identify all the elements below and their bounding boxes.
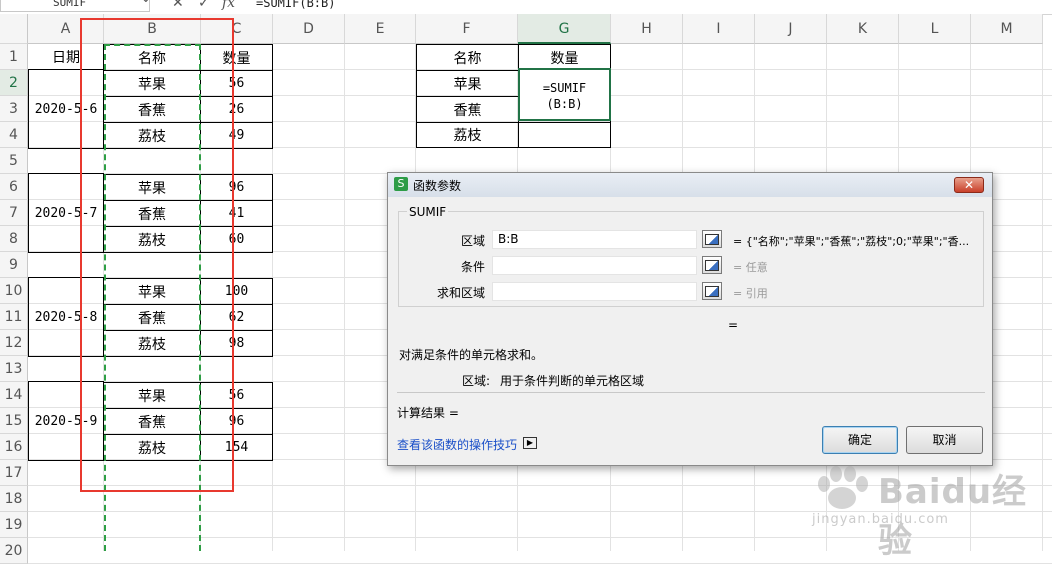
- function-name: SUMIF: [407, 205, 449, 219]
- row-header-20[interactable]: 20: [0, 538, 28, 564]
- column-header-h[interactable]: H: [611, 14, 683, 44]
- param-label: 求和区域: [436, 286, 485, 300]
- row-header-10[interactable]: 10: [0, 278, 28, 304]
- collapse-dialog-button[interactable]: [702, 256, 722, 274]
- summary-header-name[interactable]: 名称: [416, 44, 519, 71]
- param-label: 区域: [460, 234, 485, 248]
- confirm-icon[interactable]: ✓: [198, 0, 210, 11]
- dialog-title: 函数参数: [413, 179, 462, 193]
- range-select-icon: [705, 285, 719, 297]
- wps-logo-icon: S: [394, 177, 408, 191]
- video-play-icon[interactable]: ▶: [523, 437, 537, 449]
- editor-line: =SUMIF: [542, 81, 587, 95]
- formula-bar: SUMIF ⌄ ✕ ✓ fx =SUMIF(B:B): [0, 0, 1052, 15]
- active-cell-editor[interactable]: =SUMIF (B:B): [518, 68, 611, 121]
- param-result: = 引用: [733, 287, 768, 300]
- formula-input[interactable]: =SUMIF(B:B): [256, 0, 335, 10]
- function-description: 对满足条件的单元格求和。: [399, 348, 544, 362]
- row-header-19[interactable]: 19: [0, 512, 28, 538]
- cancel-icon[interactable]: ✕: [172, 0, 184, 11]
- dialog-titlebar[interactable]: S 函数参数 ✕: [388, 173, 992, 197]
- range-select-icon: [705, 259, 719, 271]
- cancel-button[interactable]: 取消: [906, 426, 983, 454]
- summary-name-cell[interactable]: 荔枝: [416, 122, 519, 148]
- range-select-icon: [705, 233, 719, 245]
- row-header-13[interactable]: 13: [0, 356, 28, 382]
- calc-result: 计算结果 =: [397, 406, 459, 420]
- annotation-red-box: [80, 18, 234, 492]
- function-arguments-dialog: S 函数参数 ✕ SUMIF: [387, 172, 993, 466]
- summary-header-qty[interactable]: 数量: [518, 44, 611, 71]
- row-header-15[interactable]: 15: [0, 408, 28, 434]
- gridline: [344, 44, 345, 551]
- column-header-f[interactable]: F: [416, 14, 518, 44]
- watermark-url: jingyan.baidu.com: [812, 512, 949, 527]
- help-link[interactable]: 查看该函数的操作技巧: [397, 436, 517, 453]
- row-header-7[interactable]: 7: [0, 200, 28, 226]
- name-box[interactable]: SUMIF: [0, 0, 150, 12]
- select-all-corner[interactable]: [0, 14, 28, 44]
- row-header-11[interactable]: 11: [0, 304, 28, 330]
- fx-icon[interactable]: fx: [222, 0, 235, 11]
- collapse-dialog-button[interactable]: [702, 230, 722, 248]
- column-header-d[interactable]: D: [273, 14, 345, 44]
- row-header-14[interactable]: 14: [0, 382, 28, 408]
- param-criteria-input[interactable]: [492, 256, 697, 275]
- summary-qty-cell[interactable]: [518, 122, 611, 148]
- column-header-l[interactable]: L: [899, 14, 971, 44]
- column-header-i[interactable]: I: [683, 14, 755, 44]
- row-header-12[interactable]: 12: [0, 330, 28, 356]
- divider: [397, 392, 985, 393]
- param-help-label: 区域:: [462, 374, 491, 388]
- column-header-e[interactable]: E: [345, 14, 416, 44]
- param-result: = {"名称";"苹果";"香蕉";"荔枝";0;"苹果";"香...: [733, 235, 970, 248]
- param-sum-range-input[interactable]: [492, 282, 697, 301]
- column-header-g[interactable]: G: [518, 14, 611, 44]
- param-result: = 任意: [733, 261, 768, 274]
- ok-button[interactable]: 确定: [822, 426, 898, 454]
- close-button[interactable]: ✕: [954, 177, 984, 193]
- row-header-3[interactable]: 3: [0, 96, 28, 122]
- row-header-1[interactable]: 1: [0, 44, 28, 70]
- column-header-j[interactable]: J: [755, 14, 827, 44]
- collapse-dialog-button[interactable]: [702, 282, 722, 300]
- chevron-down-icon[interactable]: ⌄: [140, 0, 152, 6]
- param-label: 条件: [460, 260, 485, 274]
- column-header-k[interactable]: K: [827, 14, 899, 44]
- row-header-9[interactable]: 9: [0, 252, 28, 278]
- paw-logo-icon: [818, 466, 868, 509]
- row-header-16[interactable]: 16: [0, 434, 28, 460]
- summary-name-cell[interactable]: 苹果: [416, 70, 519, 97]
- row-header-18[interactable]: 18: [0, 486, 28, 512]
- editor-line: (B:B): [546, 97, 583, 111]
- row-header-2[interactable]: 2: [0, 70, 28, 96]
- column-header-m[interactable]: M: [971, 14, 1043, 44]
- row-header-17[interactable]: 17: [0, 460, 28, 486]
- param-range-input[interactable]: B:B: [492, 230, 697, 249]
- overall-result-eq: =: [728, 318, 739, 332]
- row-header-4[interactable]: 4: [0, 122, 28, 148]
- row-header-6[interactable]: 6: [0, 174, 28, 200]
- row-header-8[interactable]: 8: [0, 226, 28, 252]
- row-header-5[interactable]: 5: [0, 148, 28, 174]
- summary-name-cell[interactable]: 香蕉: [416, 96, 519, 123]
- watermark: Baidu经验 jingyan.baidu.com: [808, 460, 1048, 561]
- param-help-text: 用于条件判断的单元格区域: [500, 374, 645, 388]
